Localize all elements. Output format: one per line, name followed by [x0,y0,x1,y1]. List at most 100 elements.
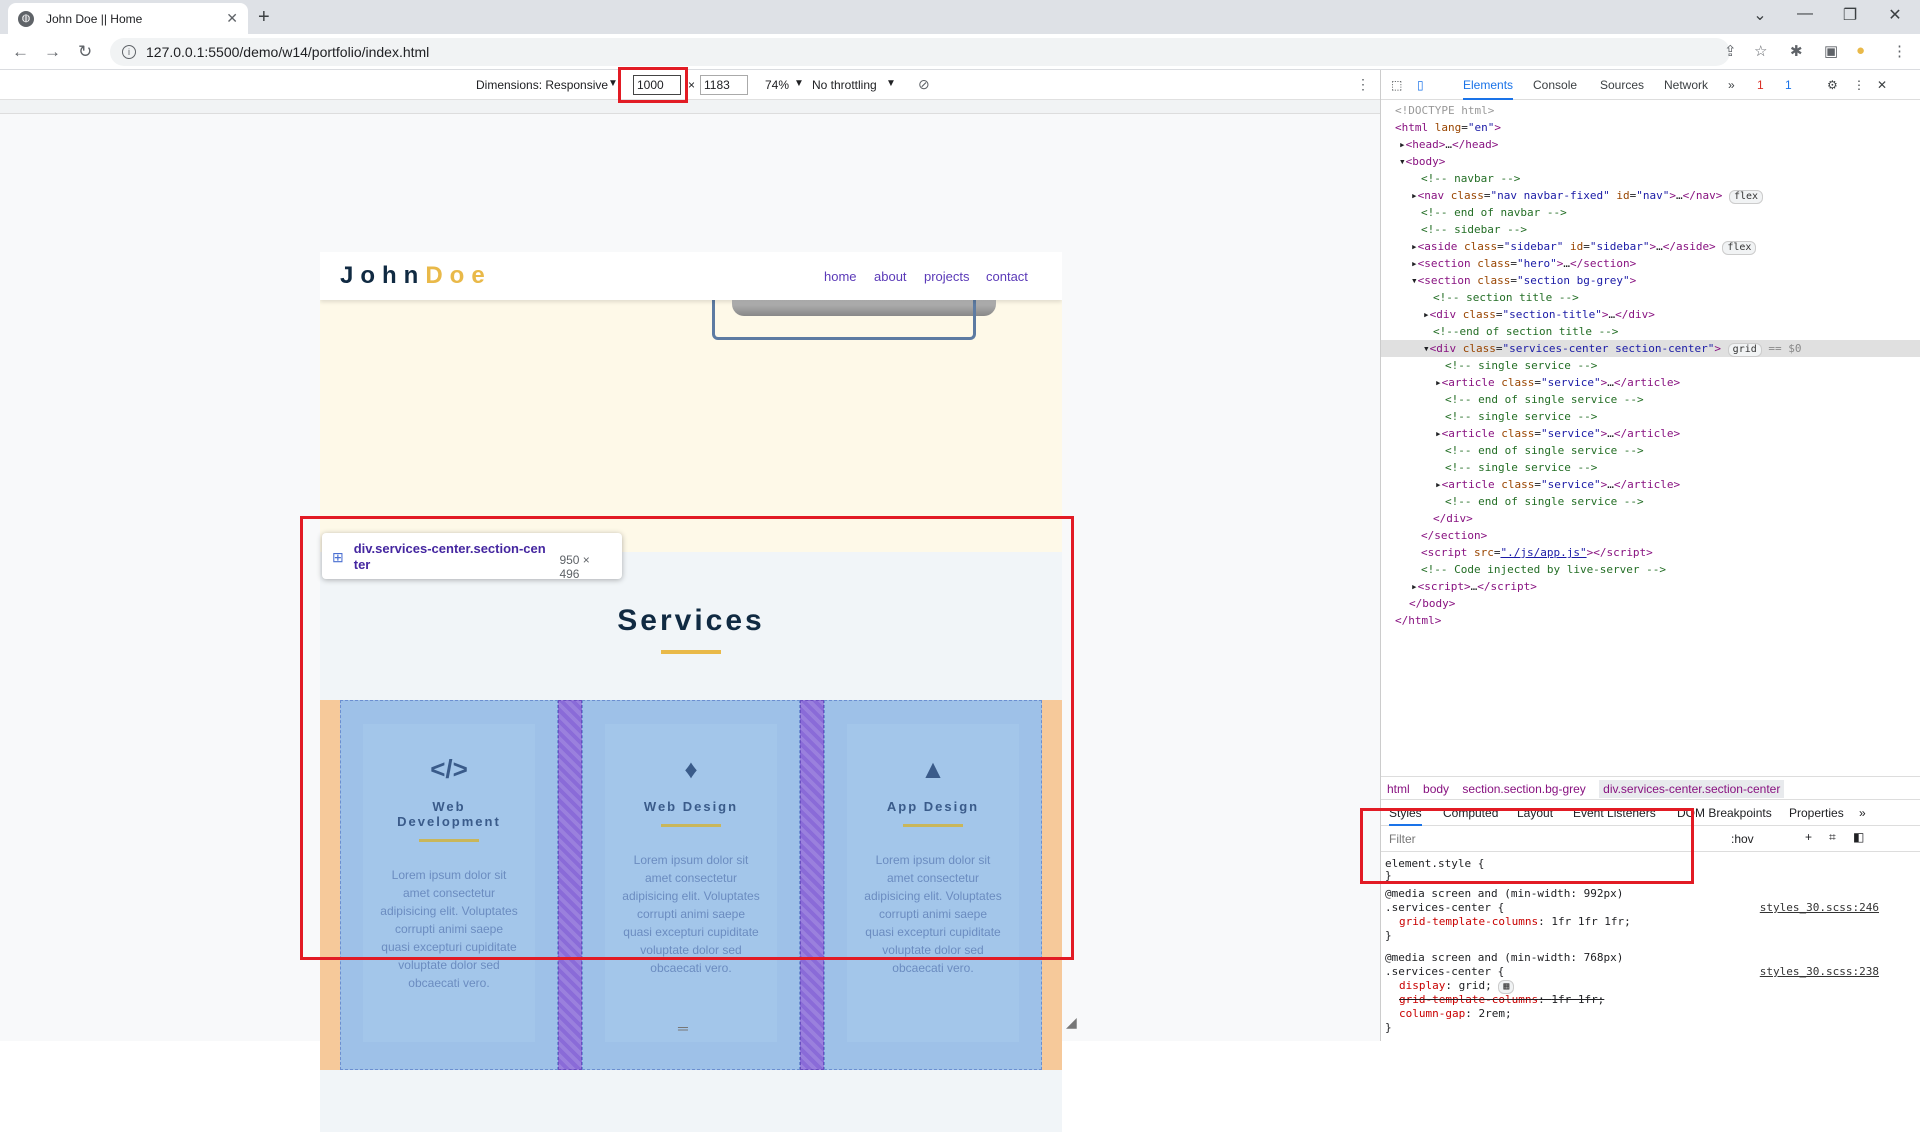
dom-line[interactable]: ▸<article class="service">…</article> [1381,425,1920,442]
dom-line[interactable]: <script src="./js/app.js"></script> [1381,544,1920,561]
style-decl[interactable]: display: grid; ▦ [1385,978,1905,994]
dimensions-select[interactable]: Dimensions: Responsive [476,78,608,92]
crumb-html[interactable]: html [1387,782,1410,796]
style-decl[interactable]: column-gap: 2rem; [1385,1006,1905,1021]
add-rule-icon[interactable]: + [1805,830,1812,844]
dom-line[interactable]: <!-- single service --> [1381,357,1920,374]
dom-line[interactable]: <!DOCTYPE html> [1381,102,1920,119]
nav-link-contact[interactable]: contact [986,269,1028,284]
gear-icon[interactable]: ⚙ [1827,78,1838,92]
dom-line[interactable]: <!-- section title --> [1381,289,1920,306]
forward-icon[interactable]: → [44,42,61,62]
address-toolbar: ← → ↻ i 127.0.0.1:5500/demo/w14/portfoli… [0,34,1920,70]
sidebar-toggle-icon[interactable]: ◧ [1853,830,1864,844]
new-tab-icon[interactable]: + [258,6,270,29]
extensions-icon[interactable]: ✱ [1790,42,1803,60]
close-window-icon[interactable]: ✕ [1875,5,1915,25]
dom-line[interactable]: </html> [1381,612,1920,629]
close-icon[interactable]: ✕ [1877,78,1887,92]
logo-first: John [340,262,426,289]
dom-line[interactable]: <!-- end of navbar --> [1381,204,1920,221]
dom-line[interactable]: ▸<nav class="nav navbar-fixed" id="nav">… [1381,187,1920,204]
tab-sources[interactable]: Sources [1600,78,1644,92]
minimize-icon[interactable]: — [1785,5,1825,23]
paint-icon[interactable]: ⌗ [1829,830,1836,845]
dom-line[interactable]: </section> [1381,527,1920,544]
tab-network[interactable]: Network [1664,78,1708,92]
crumb-section[interactable]: section.section.bg-grey [1462,782,1585,796]
device-toolbar: Dimensions: Responsive ▼ 1000 × 1183 74%… [0,70,1380,100]
tab-properties[interactable]: Properties [1789,806,1844,820]
restore-icon[interactable]: ❐ [1830,5,1870,25]
dom-line[interactable]: <!-- single service --> [1381,408,1920,425]
more-tabs-icon[interactable]: » [1728,78,1735,92]
dom-tree[interactable]: <!DOCTYPE html> <html lang="en"> ▸<head>… [1381,100,1920,780]
tab-title: John Doe || Home [46,11,143,26]
nav-link-about[interactable]: about [874,269,907,284]
dom-line[interactable]: <!-- end of single service --> [1381,442,1920,459]
back-icon[interactable]: ← [12,42,29,62]
device-toggle-icon[interactable]: ▯ [1417,78,1424,92]
throttle-select[interactable]: No throttling [812,78,877,92]
dom-line[interactable]: </body> [1381,595,1920,612]
resize-handle-icon[interactable]: ═ [678,1020,688,1036]
height-input[interactable]: 1183 [700,75,748,95]
dom-line[interactable]: <!-- sidebar --> [1381,221,1920,238]
inspect-icon[interactable]: ⬚ [1391,78,1402,92]
dom-line[interactable]: <!-- Code injected by live-server --> [1381,561,1920,578]
dom-line[interactable]: ▸<head>…</head> [1381,136,1920,153]
tab-elements[interactable]: Elements [1463,78,1514,100]
bookmark-star-icon[interactable]: ☆ [1754,42,1767,60]
corner-resize-icon[interactable]: ◢ [1066,1014,1077,1031]
dom-line[interactable]: <html lang="en"> [1381,119,1920,136]
dom-line[interactable]: ▸<section class="hero">…</section> [1381,255,1920,272]
style-rule[interactable]: .services-center {styles_30.scss:238 [1385,964,1905,979]
more-tabs-icon[interactable]: » [1859,806,1866,820]
dom-line[interactable]: <!-- navbar --> [1381,170,1920,187]
crumb-body[interactable]: body [1423,782,1449,796]
dom-line[interactable]: <!--end of section title --> [1381,323,1920,340]
zoom-select[interactable]: 74% [765,78,789,92]
style-rule[interactable]: @media screen and (min-width: 768px) [1385,950,1905,965]
dom-line[interactable]: ▸<div class="section-title">…</div> [1381,306,1920,323]
dom-line[interactable]: <!-- single service --> [1381,459,1920,476]
kebab-icon[interactable]: ⋮ [1853,78,1865,92]
tab-console[interactable]: Console [1533,78,1577,92]
close-tab-icon[interactable]: ✕ [226,10,238,27]
site-logo[interactable]: JohnDoe [340,262,492,290]
dom-line[interactable]: ▾<section class="section bg-grey"> [1381,272,1920,289]
style-decl-overridden[interactable]: grid-template-columns: 1fr 1fr; [1385,992,1905,1007]
dom-line[interactable]: </div> [1381,510,1920,527]
rotate-icon[interactable]: ⊘ [918,76,930,93]
profile-avatar[interactable]: ● [1856,42,1865,59]
dom-line[interactable]: ▸<script>…</script> [1381,578,1920,595]
dom-line[interactable]: <!-- end of single service --> [1381,391,1920,408]
dom-line[interactable]: ▸<article class="service">…</article> [1381,476,1920,493]
site-info-icon[interactable]: i [122,45,136,59]
media-query-ruler[interactable] [0,100,1380,114]
tab-search-icon[interactable]: ⌄ [1740,5,1780,25]
share-icon[interactable]: ⇪ [1724,42,1737,60]
nav-link-home[interactable]: home [824,269,857,284]
tooltip-dimensions: 950 × 496 [559,553,590,581]
style-rule[interactable]: @media screen and (min-width: 992px) [1385,886,1905,901]
more-options-icon[interactable]: ⋮ [1356,76,1370,93]
hov-toggle[interactable]: :hov [1731,832,1754,846]
dropdown-icon: ▼ [794,78,804,89]
nav-link-projects[interactable]: projects [924,269,970,284]
crumb-div[interactable]: div.services-center.section-center [1599,780,1785,798]
message-count[interactable]: 1 [1785,78,1792,92]
error-count[interactable]: 1 [1757,78,1764,92]
dom-line[interactable]: ▸<aside class="sidebar" id="sidebar">…</… [1381,238,1920,255]
style-rule[interactable]: .services-center {styles_30.scss:246 [1385,900,1905,915]
style-decl[interactable]: grid-template-columns: 1fr 1fr 1fr; [1385,914,1905,929]
dom-line-selected[interactable]: ▾<div class="services-center section-cen… [1381,340,1920,357]
url-bar[interactable]: i 127.0.0.1:5500/demo/w14/portfolio/inde… [110,38,1730,66]
reload-icon[interactable]: ↻ [78,42,92,62]
dom-line[interactable]: ▾<body> [1381,153,1920,170]
dom-line[interactable]: <!-- end of single service --> [1381,493,1920,510]
browser-tab[interactable]: ◍ John Doe || Home ✕ [8,3,248,34]
menu-kebab-icon[interactable]: ⋮ [1892,42,1907,60]
side-panel-icon[interactable]: ▣ [1824,42,1838,60]
dom-line[interactable]: ▸<article class="service">…</article> [1381,374,1920,391]
